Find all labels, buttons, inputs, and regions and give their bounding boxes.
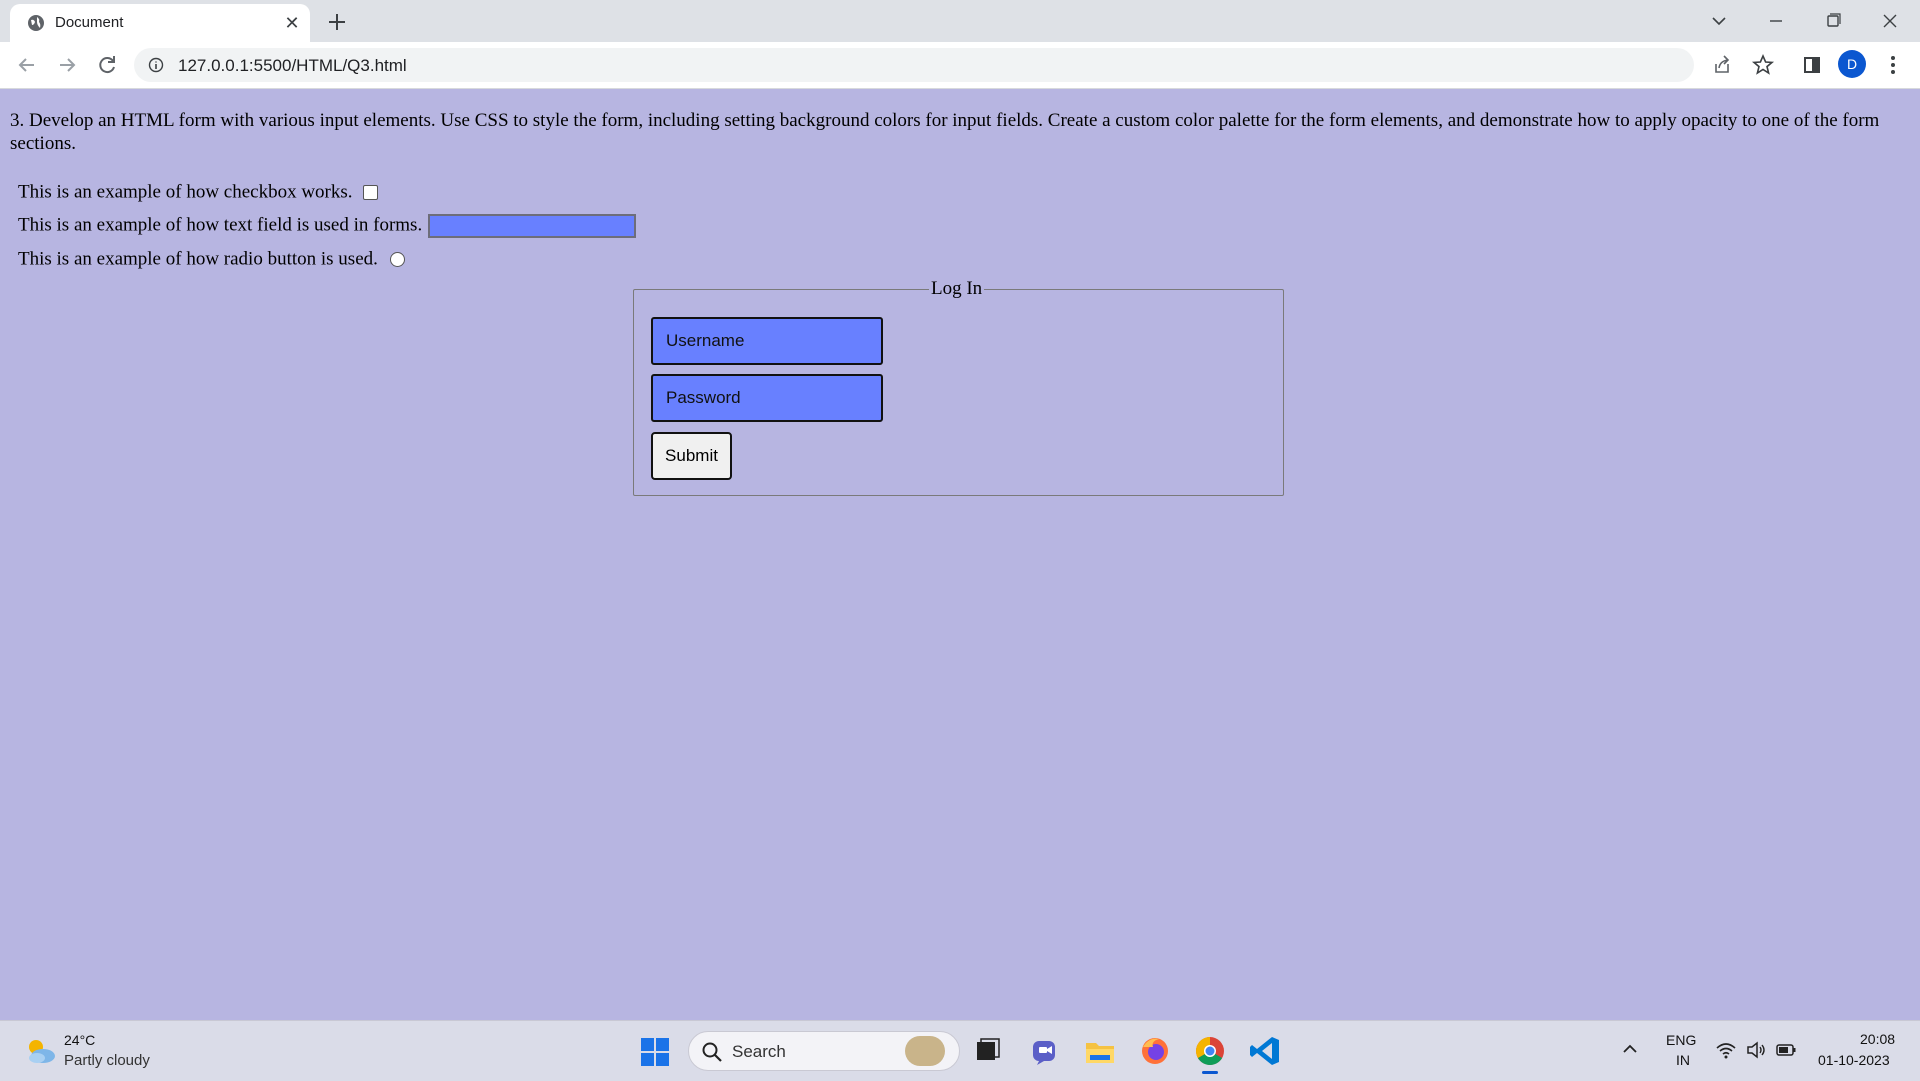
partly-cloudy-icon[interactable] <box>22 1035 58 1067</box>
weather-temperature: 24°C <box>64 1032 96 1048</box>
back-icon[interactable] <box>12 50 42 80</box>
vscode-icon[interactable] <box>1247 1033 1283 1069</box>
checkbox-label: This is an example of how checkbox works… <box>18 181 353 203</box>
side-panel-icon[interactable] <box>1797 50 1827 80</box>
more-menu-icon[interactable] <box>1878 50 1908 80</box>
wifi-icon[interactable] <box>1715 1039 1737 1061</box>
url-text: 127.0.0.1:5500/HTML/Q3.html <box>178 56 407 75</box>
site-info-icon[interactable] <box>148 57 164 73</box>
share-icon[interactable] <box>1707 50 1737 80</box>
tab-search-chevron-icon[interactable] <box>1699 6 1739 36</box>
browser-tab[interactable]: Document ✕ <box>10 4 310 42</box>
page-content: 3. Develop an HTML form with various inp… <box>0 89 1920 1020</box>
clock-time[interactable]: 20:08 <box>1860 1031 1895 1047</box>
profile-avatar[interactable]: D <box>1838 50 1866 78</box>
minimize-icon[interactable] <box>1756 6 1796 36</box>
browser-toolbar: 127.0.0.1:5500/HTML/Q3.html D <box>0 42 1920 89</box>
forward-icon[interactable] <box>52 50 82 80</box>
example-text-field[interactable] <box>428 213 637 238</box>
radio-label: This is an example of how radio button i… <box>18 248 378 270</box>
textfield-label: This is an example of how text field is … <box>18 214 423 236</box>
weather-condition: Partly cloudy <box>64 1052 150 1069</box>
battery-icon[interactable] <box>1775 1039 1797 1061</box>
close-tab-icon[interactable]: ✕ <box>280 11 304 35</box>
example-radio-button[interactable] <box>389 252 405 268</box>
radio-row: This is an example of how radio button i… <box>18 247 405 272</box>
login-fieldset: Log In Username Password Submit <box>633 278 1284 496</box>
region-indicator[interactable]: IN <box>1676 1052 1690 1068</box>
teams-chat-icon[interactable] <box>1027 1033 1063 1069</box>
file-explorer-icon[interactable] <box>1082 1033 1118 1069</box>
search-label: Search <box>732 1042 786 1061</box>
windows-start-icon[interactable] <box>640 1037 670 1067</box>
tab-strip: Document ✕ <box>0 0 1920 42</box>
firefox-icon[interactable] <box>1137 1033 1173 1069</box>
language-indicator[interactable]: ENG <box>1666 1032 1696 1048</box>
login-legend: Log In <box>929 278 985 300</box>
close-window-icon[interactable] <box>1870 6 1910 36</box>
new-tab-icon[interactable] <box>324 9 350 35</box>
chrome-active-indicator <box>1202 1071 1218 1074</box>
address-bar[interactable]: 127.0.0.1:5500/HTML/Q3.html <box>134 48 1694 82</box>
bookmark-star-icon[interactable] <box>1748 50 1778 80</box>
reload-icon[interactable] <box>92 50 122 80</box>
password-input[interactable]: Password <box>651 374 883 422</box>
taskbar: 24°C Partly cloudy Search ENG IN 20:08 0… <box>0 1020 1920 1081</box>
taskbar-search[interactable]: Search <box>688 1031 960 1071</box>
example-checkbox[interactable] <box>362 185 378 201</box>
chevron-up-icon[interactable] <box>1620 1039 1640 1059</box>
restore-icon[interactable] <box>1813 6 1853 36</box>
volume-icon[interactable] <box>1745 1039 1767 1061</box>
clock-date[interactable]: 01-10-2023 <box>1818 1052 1890 1068</box>
search-icon <box>702 1042 722 1062</box>
globe-icon <box>28 15 44 31</box>
tab-title: Document <box>55 14 124 31</box>
task-view-icon[interactable] <box>970 1033 1006 1069</box>
chrome-icon[interactable] <box>1192 1033 1228 1069</box>
question-text: 3. Develop an HTML form with various inp… <box>10 110 1880 154</box>
username-input[interactable]: Username <box>651 317 883 365</box>
checkbox-row: This is an example of how checkbox works… <box>18 180 378 205</box>
search-highlight-icon <box>905 1036 945 1066</box>
submit-button[interactable]: Submit <box>651 432 732 480</box>
textfield-row: This is an example of how text field is … <box>18 213 637 238</box>
